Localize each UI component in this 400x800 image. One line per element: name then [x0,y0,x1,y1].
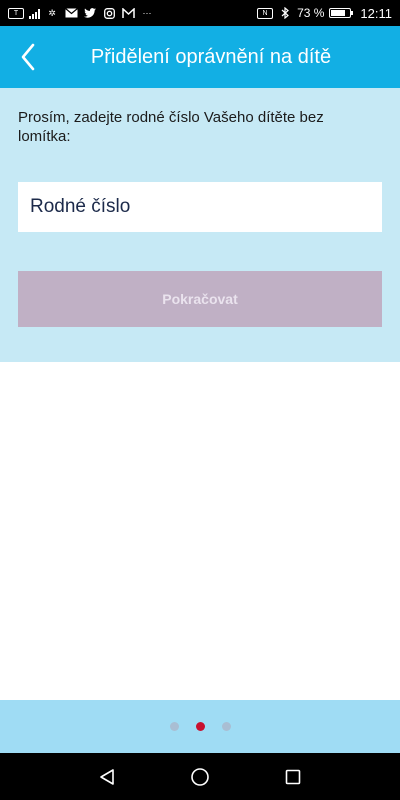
gmail-icon [121,7,135,19]
nfc-icon: N [257,7,274,19]
more-icon: ··· [142,8,152,18]
mail-icon [64,7,78,19]
status-time: 12:11 [360,5,392,21]
twitter-icon [83,7,97,19]
nav-home-button[interactable] [178,757,222,797]
page-indicator [0,700,400,753]
nav-recents-button[interactable] [271,757,315,797]
recents-square-icon [286,769,301,784]
nav-back-button[interactable] [85,757,129,797]
signal-icon [29,8,40,19]
home-circle-icon [191,767,209,786]
chevron-left-icon [21,43,35,71]
page-dot[interactable] [195,722,205,731]
prompt-text: Prosím, zadejte rodné číslo Vašeho dítět… [18,109,324,145]
screen: T ✲ ··· N 73 % 12:11 Přidělení oprávnění… [0,0,400,800]
birth-number-input[interactable] [18,182,382,232]
form-panel: Prosím, zadejte rodné číslo Vašeho dítět… [0,88,400,362]
instagram-icon [102,7,116,19]
navigation-bar [0,753,400,800]
tmobile-icon: T [8,7,24,19]
back-button[interactable] [0,26,56,88]
app-bar: Přidělení oprávnění na dítě [0,26,400,88]
bluetooth-icon [278,7,292,19]
page-dot[interactable] [169,722,179,731]
battery-percent: 73 % [297,6,325,20]
status-bar: T ✲ ··· N 73 % 12:11 [0,0,400,26]
back-triangle-icon [99,768,114,785]
continue-button[interactable]: Pokračovat [18,271,382,327]
battery-icon [329,8,354,18]
status-left: T ✲ ··· [8,7,154,19]
page-title: Přidělení oprávnění na dítě [90,45,332,68]
settings-icon: ✲ [48,7,56,18]
page-dot[interactable] [221,722,231,731]
status-right: N 73 % 12:11 [257,6,392,21]
